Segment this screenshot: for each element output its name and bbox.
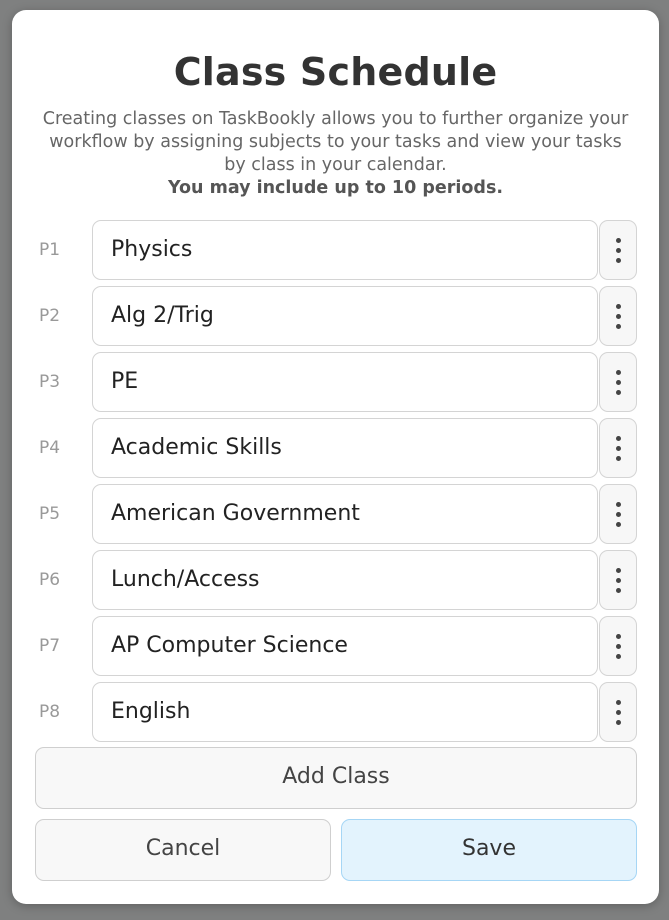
ellipsis-dot [615,237,621,243]
ellipsis-dot [615,369,621,375]
save-button[interactable]: Save [341,819,637,881]
description-text: Creating classes on TaskBookly allows yo… [42,109,629,175]
period-menu-button[interactable] [599,418,637,478]
ellipsis-dot [615,699,621,705]
ellipsis-dot [615,653,621,659]
ellipsis-dot [615,643,621,649]
vertical-ellipsis-icon [615,435,621,461]
period-label: P4 [39,438,61,458]
class-name-input[interactable]: Alg 2/Trig [92,286,598,346]
ellipsis-dot [615,567,621,573]
ellipsis-dot [615,435,621,441]
vertical-ellipsis-icon [615,699,621,725]
vertical-ellipsis-icon [615,567,621,593]
class-name-input[interactable]: Lunch/Access [92,550,598,610]
period-label: P8 [39,702,61,722]
period-menu-button[interactable] [599,352,637,412]
period-menu-button[interactable] [599,550,637,610]
ellipsis-dot [615,247,621,253]
period-row: P1 Physics [12,220,659,282]
dialog-description: Creating classes on TaskBookly allows yo… [40,108,631,200]
period-row: P7 AP Computer Science [12,616,659,678]
ellipsis-dot [615,501,621,507]
period-label: P6 [39,570,61,590]
period-menu-button[interactable] [599,484,637,544]
ellipsis-dot [615,577,621,583]
ellipsis-dot [615,587,621,593]
class-name-input[interactable]: American Government [92,484,598,544]
dialog-title: Class Schedule [173,50,498,94]
ellipsis-dot [615,257,621,263]
ellipsis-dot [615,455,621,461]
cancel-button[interactable]: Cancel [35,819,331,881]
period-menu-button[interactable] [599,682,637,742]
period-label: P3 [39,372,61,392]
period-row: P2 Alg 2/Trig [12,286,659,348]
ellipsis-dot [615,521,621,527]
vertical-ellipsis-icon [615,501,621,527]
class-name-input[interactable]: PE [92,352,598,412]
period-row: P4 Academic Skills [12,418,659,480]
period-label: P2 [39,306,61,326]
ellipsis-dot [615,719,621,725]
period-menu-button[interactable] [599,286,637,346]
class-name-input[interactable]: AP Computer Science [92,616,598,676]
ellipsis-dot [615,379,621,385]
class-schedule-dialog: Class Schedule Creating classes on TaskB… [12,10,659,904]
class-name-input[interactable]: Academic Skills [92,418,598,478]
ellipsis-dot [615,323,621,329]
vertical-ellipsis-icon [615,303,621,329]
vertical-ellipsis-icon [615,369,621,395]
add-class-button[interactable]: Add Class [35,747,637,809]
ellipsis-dot [615,511,621,517]
class-name-input[interactable]: Physics [92,220,598,280]
period-row: P3 PE [12,352,659,414]
ellipsis-dot [615,303,621,309]
ellipsis-dot [615,445,621,451]
class-name-input[interactable]: English [92,682,598,742]
period-label: P7 [39,636,61,656]
vertical-ellipsis-icon [615,237,621,263]
ellipsis-dot [615,633,621,639]
period-row: P8 English [12,682,659,744]
period-row: P5 American Government [12,484,659,546]
period-limit-note: You may include up to 10 periods. [167,178,504,198]
period-label: P1 [39,240,61,260]
vertical-ellipsis-icon [615,633,621,659]
period-menu-button[interactable] [599,616,637,676]
ellipsis-dot [615,313,621,319]
ellipsis-dot [615,709,621,715]
period-label: P5 [39,504,61,524]
period-menu-button[interactable] [599,220,637,280]
ellipsis-dot [615,389,621,395]
period-row: P6 Lunch/Access [12,550,659,612]
